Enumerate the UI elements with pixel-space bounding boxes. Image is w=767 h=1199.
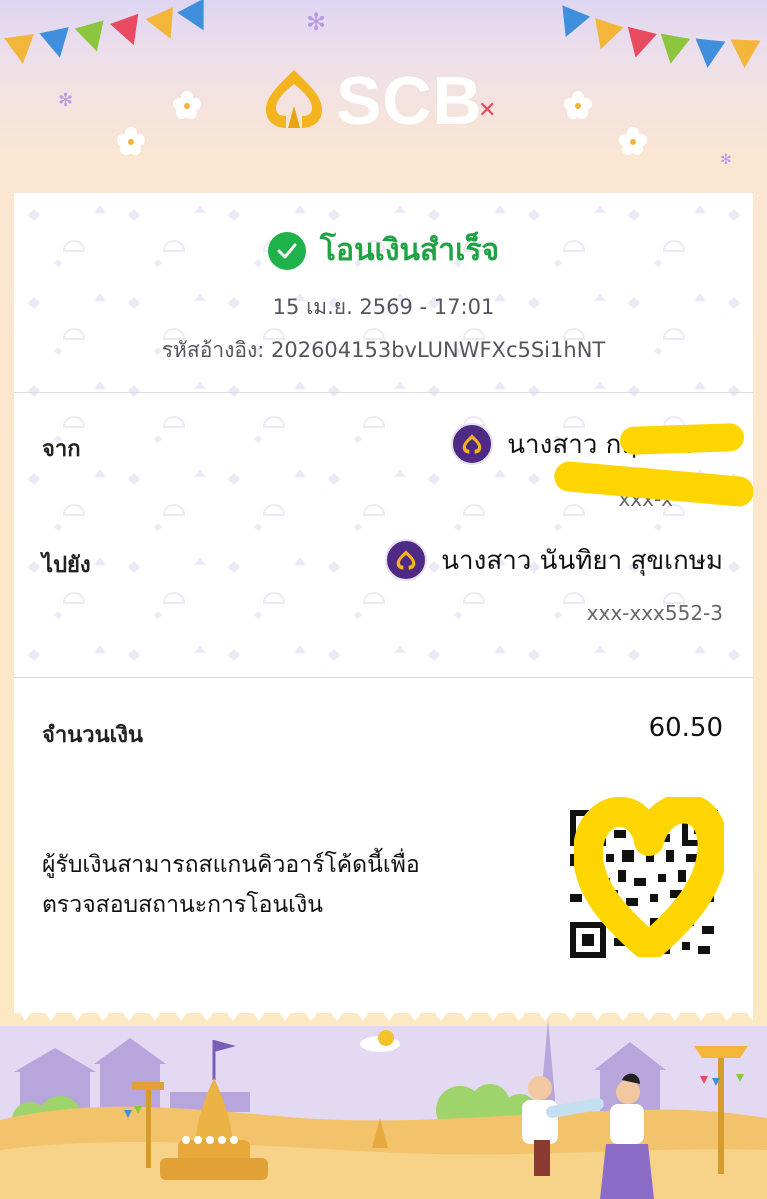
scb-logo-icon bbox=[266, 70, 322, 128]
sparkle-icon: ✻ bbox=[58, 90, 74, 111]
check-circle-icon bbox=[267, 231, 306, 270]
amount-value: 60.50 bbox=[648, 713, 723, 743]
heart-scribble bbox=[574, 797, 724, 957]
scb-logo-icon bbox=[451, 423, 494, 465]
redaction-scribble bbox=[619, 422, 745, 456]
sparkle-icon: ✕ bbox=[478, 98, 497, 123]
to-label: ไปยัง bbox=[42, 553, 91, 578]
flower-icon bbox=[117, 127, 145, 155]
status-text: โอนเงินสำเร็จ bbox=[319, 233, 500, 268]
divider bbox=[14, 677, 753, 678]
transfer-date: 15 เม.ย. 2569 - 17:01 bbox=[272, 295, 495, 319]
flower-icon bbox=[619, 127, 647, 155]
flower-icon bbox=[564, 91, 592, 119]
flower-icon bbox=[173, 91, 201, 119]
qr-note-line2: ตรวจสอบสถานะการโอนเงิน bbox=[42, 892, 323, 918]
to-account: xxx-xxx552-3 bbox=[586, 601, 723, 625]
sparkle-icon: ✻ bbox=[720, 152, 732, 168]
to-name: นางสาว นันทิยา สุขเกษม bbox=[441, 545, 723, 576]
sparkle-icon: ✻ bbox=[306, 8, 327, 36]
status-row: โอนเงินสำเร็จ bbox=[14, 227, 753, 270]
songkran-scene-illustration bbox=[0, 1020, 767, 1199]
qr-note-line1: ผู้รับเงินสามารถสแกนคิวอาร์โค้ดนี้เพื่อ bbox=[42, 852, 420, 878]
from-label: จาก bbox=[42, 437, 81, 462]
receipt-card: โอนเงินสำเร็จ 15 เม.ย. 2569 - 17:01 รหัส… bbox=[14, 193, 753, 1013]
qr-note: ผู้รับเงินสามารถสแกนคิวอาร์โค้ดนี้เพื่อ … bbox=[42, 845, 502, 925]
amount-label: จำนวนเงิน bbox=[42, 723, 143, 748]
brand-name: SCB bbox=[336, 63, 483, 139]
scb-logo-icon bbox=[385, 539, 428, 581]
divider bbox=[14, 392, 753, 393]
reference-number: รหัสอ้างอิง: 202604153bvLUNWFXc5Si1hNT bbox=[161, 338, 606, 362]
to-party: นางสาว นันทิยา สุขเกษม bbox=[385, 539, 723, 581]
